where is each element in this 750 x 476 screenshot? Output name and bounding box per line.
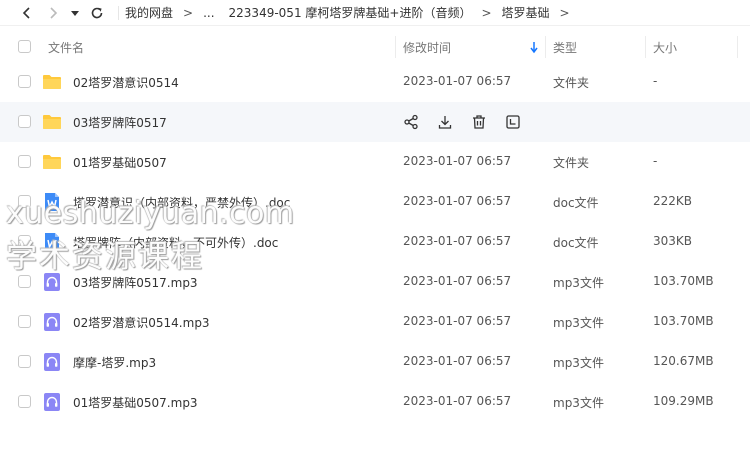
table-row[interactable]: 塔罗牌阵（内部资料，不可外传）.doc 2023-01-07 06:57 doc… [0,222,750,262]
file-mtime: 2023-01-07 06:57 [403,354,512,368]
file-size: 109.29MB [653,394,714,408]
share-icon[interactable] [403,114,419,130]
file-name[interactable]: 摩摩-塔罗.mp3 [73,354,156,371]
file-name[interactable]: 02塔罗潜意识0514.mp3 [73,314,210,331]
more-icon[interactable] [505,114,521,130]
row-checkbox[interactable] [18,355,31,368]
file-size: 103.70MB [653,314,714,328]
breadcrumb: 我的网盘 > ... 223349-051 摩柯塔罗牌基础+进阶（音频） > 塔… [125,4,580,21]
column-divider [645,36,646,58]
breadcrumb-separator: > [481,5,492,20]
delete-icon[interactable] [471,114,487,130]
file-name[interactable]: 03塔罗牌阵0517.mp3 [73,274,198,291]
audio-file-icon [44,393,60,411]
file-list: 02塔罗潜意识0514 2023-01-07 06:57 文件夹 - 03塔罗牌… [0,62,750,422]
file-mtime: 2023-01-07 06:57 [403,274,512,288]
folder-icon [43,155,61,169]
file-mtime: 2023-01-07 06:57 [403,74,512,88]
breadcrumb-item-parent-folder[interactable]: 223349-051 摩柯塔罗牌基础+进阶（音频） [229,4,472,21]
breadcrumb-item-ellipsis[interactable]: ... [203,6,214,20]
row-hover-actions [403,114,521,130]
file-size: - [653,74,658,88]
file-type: 文件夹 [553,76,590,90]
column-header-name[interactable]: 文件名 [48,39,84,56]
breadcrumb-item-root[interactable]: 我的网盘 [125,4,173,21]
table-row[interactable]: 03塔罗牌阵0517.mp3 2023-01-07 06:57 mp3文件 10… [0,262,750,302]
file-name[interactable]: 03塔罗牌阵0517 [73,114,167,131]
forward-button[interactable] [40,0,66,26]
breadcrumb-separator: > [183,5,194,20]
file-type: mp3文件 [553,396,604,410]
column-header-mtime[interactable]: 修改时间 [403,39,451,56]
caret-down-icon [71,10,79,16]
chevron-left-icon [22,6,30,19]
column-header-size[interactable]: 大小 [653,39,677,56]
file-mtime: 2023-01-07 06:57 [403,314,512,328]
table-row[interactable]: 02塔罗潜意识0514.mp3 2023-01-07 06:57 mp3文件 1… [0,302,750,342]
sort-down-arrow-icon[interactable] [529,40,539,54]
table-row[interactable]: 摩摩-塔罗.mp3 2023-01-07 06:57 mp3文件 120.67M… [0,342,750,382]
file-mtime: 2023-01-07 06:57 [403,394,512,408]
toolbar-divider [118,5,119,20]
word-doc-icon [45,233,59,251]
file-type: mp3文件 [553,276,604,290]
file-mtime: 2023-01-07 06:57 [403,154,512,168]
file-size: - [653,154,658,168]
row-checkbox[interactable] [18,75,31,88]
row-checkbox[interactable] [18,315,31,328]
file-type: doc文件 [553,236,599,250]
file-size: 103.70MB [653,274,714,288]
file-size: 120.67MB [653,354,714,368]
file-mtime: 2023-01-07 06:57 [403,234,512,248]
file-name[interactable]: 02塔罗潜意识0514 [73,74,179,91]
file-name[interactable]: 塔罗牌阵（内部资料，不可外传）.doc [73,234,278,251]
file-size: 303KB [653,234,693,248]
file-type: mp3文件 [553,356,604,370]
file-name[interactable]: 塔罗潜意识（内部资料，严禁外传）.doc [73,194,290,211]
row-checkbox[interactable] [18,115,31,128]
row-checkbox[interactable] [18,275,31,288]
column-divider [545,36,546,58]
row-checkbox[interactable] [18,155,31,168]
audio-file-icon [44,273,60,291]
refresh-button[interactable] [84,0,110,26]
breadcrumb-separator: > [559,5,570,20]
column-divider [737,36,738,58]
table-row[interactable]: 塔罗潜意识（内部资料，严禁外传）.doc 2023-01-07 06:57 do… [0,182,750,222]
file-type: doc文件 [553,196,599,210]
file-name[interactable]: 01塔罗基础0507 [73,154,167,171]
file-type: 文件夹 [553,156,590,170]
file-name[interactable]: 01塔罗基础0507.mp3 [73,394,198,411]
audio-file-icon [44,353,60,371]
audio-file-icon [44,313,60,331]
refresh-icon [91,7,103,18]
word-doc-icon [45,193,59,211]
table-row[interactable]: 01塔罗基础0507.mp3 2023-01-07 06:57 mp3文件 10… [0,382,750,422]
file-list-header: 文件名 修改时间 类型 大小 [0,34,750,60]
column-header-type[interactable]: 类型 [553,39,577,56]
table-row[interactable]: 01塔罗基础0507 2023-01-07 06:57 文件夹 - [0,142,750,182]
folder-icon [43,115,61,129]
table-row-hovered[interactable]: 03塔罗牌阵0517 [0,102,750,142]
folder-icon [43,75,61,89]
history-dropdown-button[interactable] [66,0,84,26]
row-checkbox[interactable] [18,235,31,248]
breadcrumb-item-current-folder[interactable]: 塔罗基础 [502,4,550,21]
row-checkbox[interactable] [18,395,31,408]
file-size: 222KB [653,194,693,208]
top-navigation-bar: 我的网盘 > ... 223349-051 摩柯塔罗牌基础+进阶（音频） > 塔… [0,0,750,26]
file-type: mp3文件 [553,316,604,330]
back-button[interactable] [14,0,40,26]
table-row[interactable]: 02塔罗潜意识0514 2023-01-07 06:57 文件夹 - [0,62,750,102]
chevron-right-icon [50,6,58,19]
column-divider [395,36,396,58]
select-all-checkbox[interactable] [18,40,31,53]
file-mtime: 2023-01-07 06:57 [403,194,512,208]
row-checkbox[interactable] [18,195,31,208]
download-icon[interactable] [437,114,453,130]
